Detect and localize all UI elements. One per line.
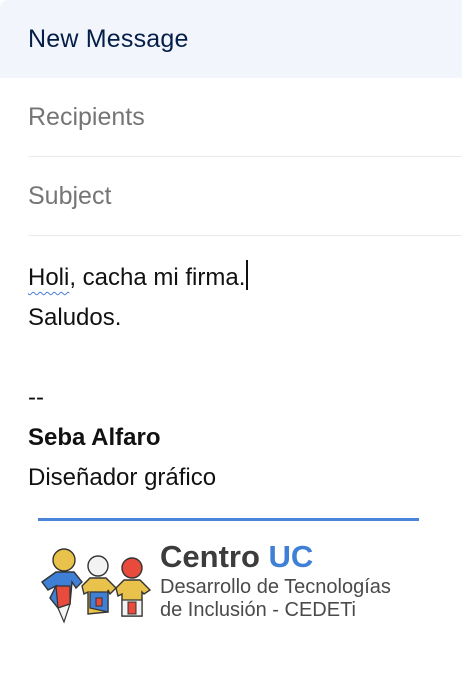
logo-title-main: Centro bbox=[160, 539, 260, 574]
body-line: Holi, cacha mi firma. bbox=[28, 258, 448, 298]
compose-header[interactable]: New Message bbox=[0, 0, 462, 78]
signature-divider bbox=[38, 518, 419, 521]
misspelled-word[interactable]: Holi bbox=[28, 264, 69, 291]
logo-subtitle-line1: Desarrollo de Tecnologías bbox=[160, 576, 391, 598]
signature-separator: -- bbox=[28, 384, 44, 411]
people-figures-icon bbox=[41, 548, 152, 624]
logo-subtitle-line2: de Inclusión - CEDETi bbox=[160, 599, 356, 621]
logo-title: Centro UC bbox=[160, 538, 391, 576]
recipients-field[interactable] bbox=[28, 78, 462, 157]
compose-title: New Message bbox=[28, 24, 189, 53]
body-text: , cacha mi firma. bbox=[69, 264, 246, 291]
text-caret bbox=[246, 260, 248, 290]
signature-name: Seba Alfaro bbox=[28, 424, 161, 451]
body-line: Saludos. bbox=[28, 304, 122, 331]
subject-input[interactable] bbox=[28, 176, 462, 216]
logo-text: Centro UC Desarrollo de Tecnologías de I… bbox=[160, 538, 391, 622]
logo-title-accent: UC bbox=[268, 539, 314, 574]
subject-field[interactable] bbox=[28, 157, 462, 236]
message-body[interactable]: Holi, cacha mi firma. Saludos. -- Seba A… bbox=[28, 258, 448, 498]
recipients-input[interactable] bbox=[28, 97, 462, 137]
signature-logo: Centro UC Desarrollo de Tecnologías de I… bbox=[36, 538, 426, 628]
signature-role: Diseñador gráfico bbox=[28, 464, 217, 491]
